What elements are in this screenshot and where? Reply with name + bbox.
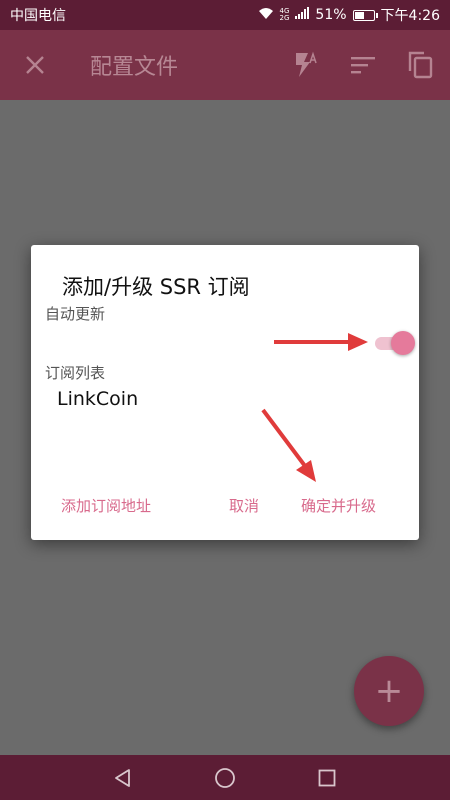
confirm-upgrade-button[interactable]: 确定并升级 [301,495,376,516]
battery-percent: 51% [315,7,347,23]
recents-icon [318,769,336,786]
sort-icon [351,57,375,74]
add-fab[interactable]: + [354,656,424,726]
home-button[interactable] [210,763,240,793]
signal-icon [295,7,310,23]
subscription-item[interactable]: LinkCoin [57,388,138,410]
dialog-title: 添加/升级 SSR 订阅 [62,275,250,299]
carrier-name: 中国电信 [10,8,66,24]
recents-button[interactable] [312,763,342,793]
subscription-list-label: 订阅列表 [45,364,106,382]
flash-auto-icon [296,51,317,77]
sort-button[interactable] [334,55,392,75]
cancel-button[interactable]: 取消 [229,495,259,516]
back-button[interactable] [108,763,138,793]
copy-icon [408,51,433,79]
battery-fill [354,11,364,19]
wifi-icon [258,7,274,24]
plus-icon: + [374,671,404,711]
home-icon [215,767,235,788]
navigation-bar [0,755,450,800]
page-title: 配置文件 [90,55,179,80]
clock: 下午4:26 [380,8,440,24]
add-subscription-url-button[interactable]: 添加订阅地址 [61,495,151,516]
app-bar: 配置文件 [0,30,450,100]
auto-update-toggle[interactable] [375,331,415,355]
battery-icon [352,9,378,21]
subscription-dialog: 添加/升级 SSR 订阅 自动更新 订阅列表 LinkCoin 添加订阅地址 取… [31,245,419,540]
status-icons: 4G 2G 51% 下午4:26 [258,5,440,25]
flash-auto-button[interactable] [276,51,334,79]
network-type: 4G 2G [279,7,290,22]
auto-update-label: 自动更新 [45,305,106,323]
status-bar: 中国电信 4G 2G 51% 下午4:26 [0,0,450,30]
back-icon [115,768,130,787]
close-icon [26,56,44,74]
close-button[interactable] [0,55,70,75]
copy-button[interactable] [392,51,450,79]
toggle-thumb [391,331,415,355]
